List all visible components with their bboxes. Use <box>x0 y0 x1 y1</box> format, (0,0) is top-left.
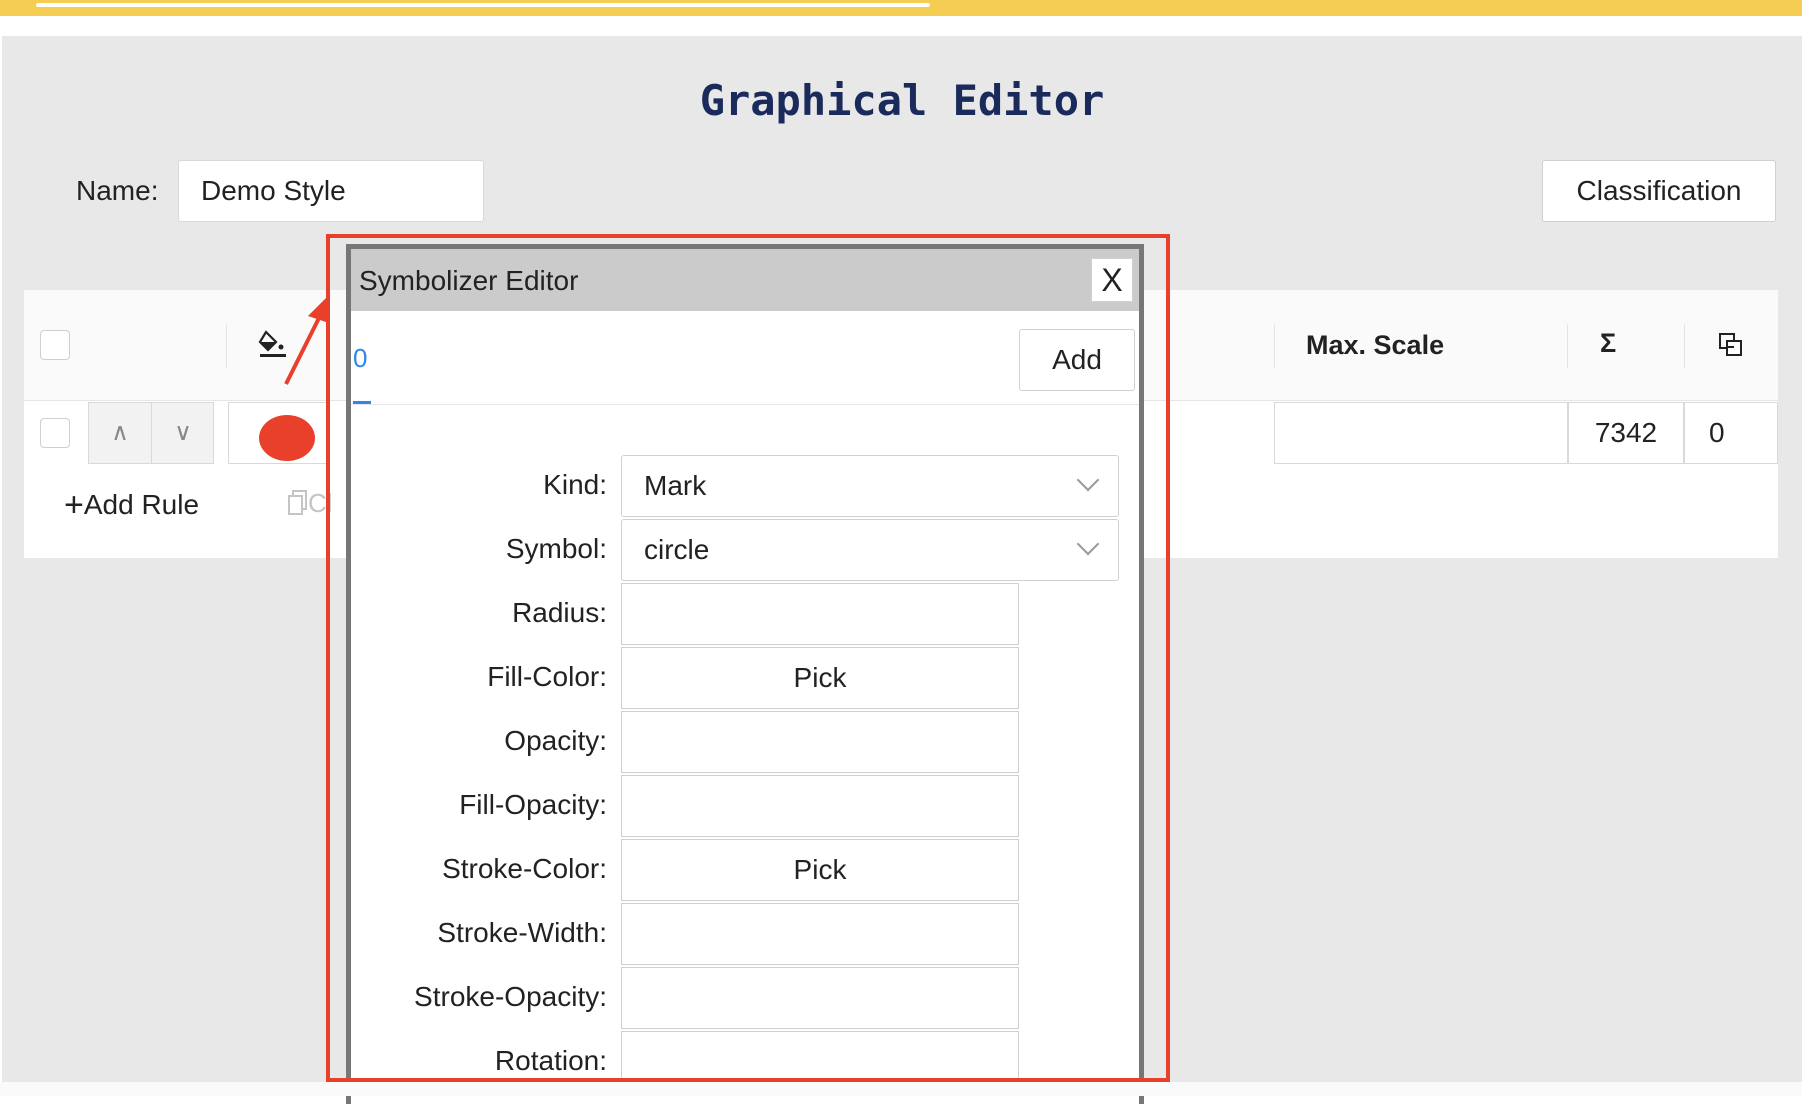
stroke-opacity-label: Stroke-Opacity: <box>414 981 607 1012</box>
symbol-select[interactable]: circle <box>621 519 1119 581</box>
fill-color-label: Fill-Color: <box>487 661 607 692</box>
radius-input[interactable] <box>621 583 1019 645</box>
symbol-value: circle <box>644 534 710 565</box>
dialog-header[interactable]: Symbolizer Editor X <box>351 249 1139 311</box>
symbolizer-editor-dialog: Symbolizer Editor X 0 Add Kind: Mark Sym… <box>346 244 1144 1104</box>
plus-icon: + <box>64 486 84 524</box>
stroke-width-label: Stroke-Width: <box>437 917 607 948</box>
column-divider <box>1567 324 1568 368</box>
column-divider <box>1274 324 1275 368</box>
rotation-label: Rotation: <box>494 1045 607 1076</box>
tab-bar-divider <box>351 404 1139 405</box>
kind-select[interactable]: Mark <box>621 455 1119 517</box>
kind-value: Mark <box>644 470 707 501</box>
fill-color-pick-button[interactable]: Pick <box>621 647 1019 709</box>
column-divider <box>1684 324 1685 368</box>
max-scale-cell[interactable] <box>1274 402 1568 464</box>
clone-icon <box>288 490 307 515</box>
duplicates-cell: 0 <box>1684 402 1778 464</box>
copy-columns-icon[interactable] <box>1718 332 1744 358</box>
add-rule-button[interactable]: +Add Rule <box>64 486 199 525</box>
chevron-down-icon <box>1076 532 1100 556</box>
feature-count-cell: 7342 <box>1568 402 1684 464</box>
rule-row-checkbox[interactable] <box>40 418 70 448</box>
opacity-input[interactable] <box>621 711 1019 773</box>
bottom-strip <box>0 1082 1802 1096</box>
kind-label: Kind: <box>543 469 607 500</box>
stroke-color-label: Stroke-Color: <box>442 853 607 884</box>
chevron-down-icon <box>1076 468 1100 492</box>
classification-button[interactable]: Classification <box>1542 160 1776 222</box>
fill-opacity-label: Fill-Opacity: <box>459 789 607 820</box>
stroke-color-pick-button[interactable]: Pick <box>621 839 1019 901</box>
annotation-arrow <box>284 294 330 385</box>
clone-rule-button[interactable]: Cl <box>288 488 333 519</box>
add-symbolizer-button[interactable]: Add <box>1019 329 1135 391</box>
radius-label: Radius: <box>512 597 607 628</box>
stroke-width-input[interactable] <box>621 903 1019 965</box>
add-rule-label: Add Rule <box>83 489 200 520</box>
sigma-header[interactable]: Σ <box>1600 328 1616 359</box>
opacity-label: Opacity: <box>504 725 607 756</box>
close-icon[interactable]: X <box>1091 258 1133 302</box>
fill-opacity-input[interactable] <box>621 775 1019 837</box>
max-scale-header[interactable]: Max. Scale <box>1306 330 1444 361</box>
clone-label: Cl <box>308 488 333 518</box>
symbol-label: Symbol: <box>505 533 607 564</box>
circle-symbol-swatch <box>259 415 315 461</box>
stroke-opacity-input[interactable] <box>621 967 1019 1029</box>
